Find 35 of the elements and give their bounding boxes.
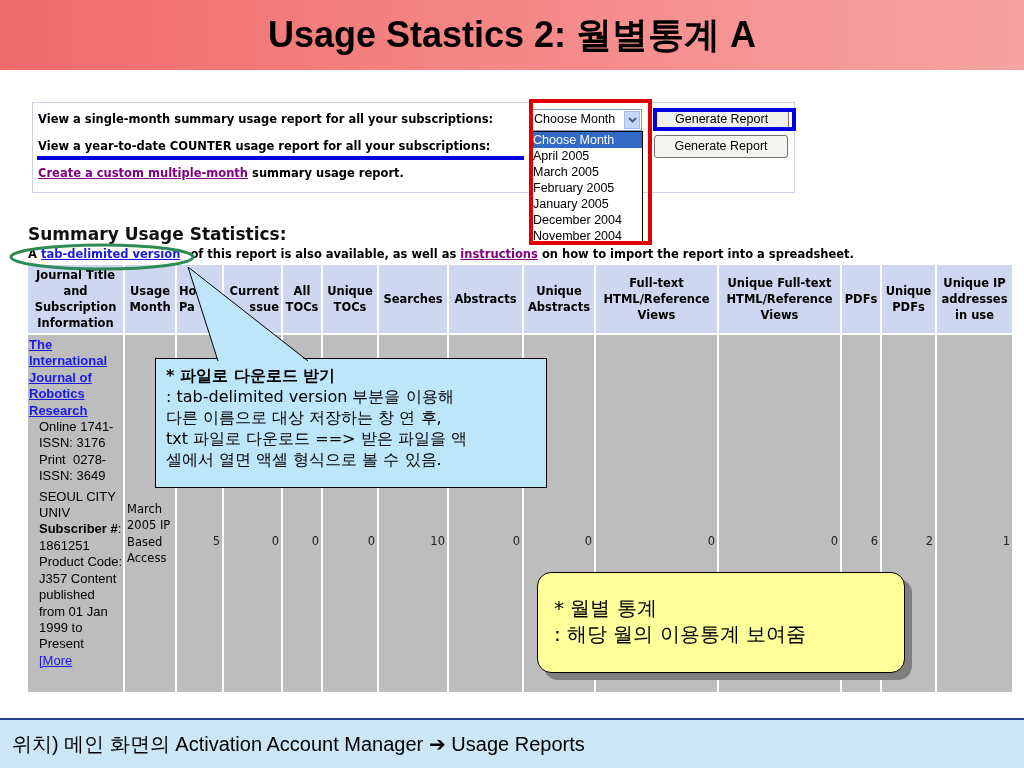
more-link[interactable]: [More [39,652,73,668]
generate-report-button[interactable]: Generate Report [654,135,788,158]
dropdown-option[interactable]: November 2004 [531,227,642,244]
dropdown-option[interactable]: April 2005 [531,147,642,164]
custom-report-link[interactable]: Create a custom multiple-month [38,165,249,183]
dropdown-option[interactable]: December 2004 [531,211,642,228]
column-header: Unique PDFs [882,265,935,333]
instructions-link[interactable]: instructions [460,247,538,261]
section-heading: Summary Usage Statistics: [28,225,287,243]
column-header: Full-text HTML/Reference Views [596,265,717,333]
column-header: Searches [379,265,447,333]
column-header: Usage Month [125,265,175,333]
column-header: PDFs [842,265,880,333]
subscription-details: SEOUL CITY UNIV Subscriber #: 1861251 Product Code: J357 Content published from 01 Jan 1999 to Present [38,488,123,653]
download-link[interactable]: tab-delimited version [40,247,181,261]
column-header: Unique TOCs [323,265,377,333]
journal-title-link[interactable]: The International Journal of Robotics Research [29,335,123,420]
column-header: Unique IP addresses in use [937,265,1012,333]
issn-text: Online 1741- ISSN: 3176 Print 0278- ISSN: 3649 [38,419,115,485]
month-select[interactable]: Choose Month [530,108,643,131]
dropdown-option[interactable]: Choose Month [531,131,642,148]
dropdown-option[interactable]: January 2005 [531,195,642,212]
report-text: summary usage report. [251,165,404,183]
report-label: View a year-to-date COUNTER usage report for all your subscriptions: [38,137,492,155]
column-header: All TOCs [283,265,321,333]
column-header: Unique Full-text HTML/Reference Views [719,265,840,333]
dropdown-option[interactable]: March 2005 [531,163,642,180]
report-label: View a single-month summary usage report for all your subscriptions: [38,110,495,128]
column-header: Unique Abstracts [524,265,594,333]
column-header: Abstracts [449,265,522,333]
table-cell: 1 [937,335,1012,692]
slide-title: Usage Stastics 2: 월별통계 A [267,13,757,57]
dropdown-option[interactable]: February 2005 [531,179,642,196]
column-header: Journal Title and Subscription Information [28,265,123,333]
footer-text: 위치) 메인 화면의 Activation Account Manager ➔ Usage Reports [12,732,585,757]
